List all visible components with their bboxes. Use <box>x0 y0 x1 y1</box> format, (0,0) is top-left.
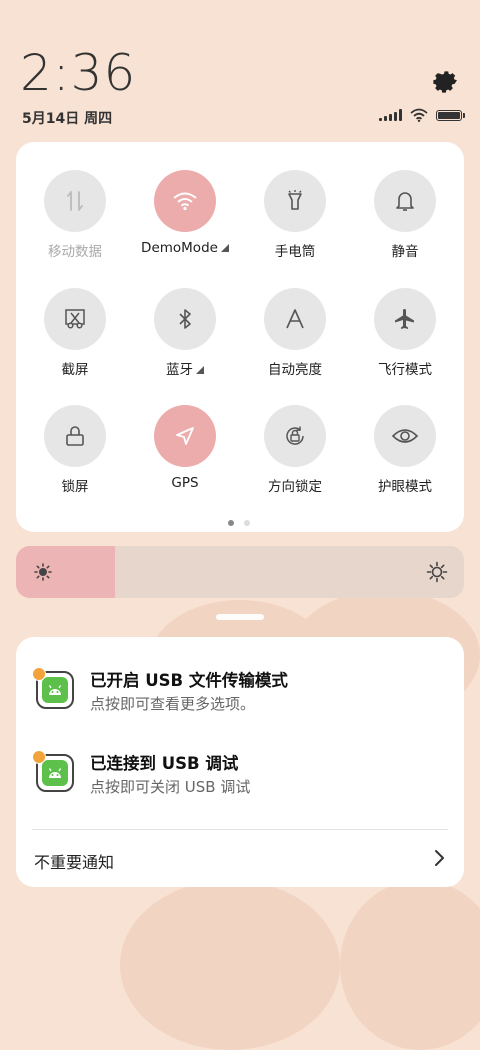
tile-flashlight[interactable]: 手电筒 <box>240 170 350 260</box>
bluetooth-icon <box>154 288 216 350</box>
tile-label: DemoMode <box>141 240 218 256</box>
tile-label: 截屏 <box>61 362 89 378</box>
tile-label: GPS <box>171 475 199 491</box>
tile-auto-brightness[interactable]: 自动亮度 <box>240 288 350 378</box>
tile-eye-comfort[interactable]: 护眼模式 <box>350 405 460 495</box>
lock-icon <box>44 405 106 467</box>
tile-wifi[interactable]: DemoMode <box>130 170 240 256</box>
notification-subtitle: 点按即可查看更多选项。 <box>90 695 256 713</box>
expand-corner-icon <box>220 244 229 252</box>
rotation-lock-icon <box>264 405 326 467</box>
brightness-fill <box>16 546 115 598</box>
brightness-slider[interactable] <box>16 546 464 598</box>
eye-icon <box>374 405 436 467</box>
expand-corner-icon <box>196 366 204 374</box>
tile-label: 移动数据 <box>48 244 102 260</box>
notification-usb-debugging[interactable]: 已连接到 USB 调试 点按即可关闭 USB 调试 <box>16 750 464 814</box>
signal-icon <box>379 109 402 121</box>
tile-airplane[interactable]: 飞行模式 <box>350 288 460 378</box>
brightness-high-icon <box>426 561 448 583</box>
tile-label: 蓝牙 <box>166 362 193 378</box>
screenshot-icon <box>44 288 106 350</box>
status-icons <box>379 108 465 122</box>
notification-subtitle: 点按即可关闭 USB 调试 <box>90 778 251 796</box>
unimportant-notifications-link[interactable]: 不重要通知 <box>34 849 114 873</box>
notification-title: 已开启 USB 文件传输模式 <box>90 671 288 690</box>
tile-gps[interactable]: GPS <box>130 405 240 491</box>
tile-label: 方向锁定 <box>268 479 322 495</box>
airplane-icon <box>374 288 436 350</box>
page-dot-active <box>228 520 234 526</box>
quick-settings-panel: 移动数据 DemoMode 手电筒 静音 截屏 蓝牙 自动亮度 飞行模式 锁屏 … <box>16 142 464 532</box>
tile-silent[interactable]: 静音 <box>350 170 460 260</box>
tile-label: 飞行模式 <box>378 362 432 378</box>
tile-label: 静音 <box>391 244 419 260</box>
tile-label: 锁屏 <box>61 479 89 495</box>
divider <box>32 829 448 830</box>
background-cloud <box>120 880 340 1050</box>
tile-label: 自动亮度 <box>268 362 322 378</box>
page-indicator <box>228 520 250 526</box>
android-system-app-icon <box>32 667 74 709</box>
notification-title: 已连接到 USB 调试 <box>90 754 239 773</box>
wifi-status-icon <box>410 108 428 122</box>
bell-icon <box>374 170 436 232</box>
date-label: 5月14日 周四 <box>22 111 113 127</box>
tile-rotation-lock[interactable]: 方向锁定 <box>240 405 350 495</box>
mobile-data-icon <box>44 170 106 232</box>
battery-icon <box>436 109 465 121</box>
tile-label: 护眼模式 <box>378 479 432 495</box>
flashlight-icon <box>264 170 326 232</box>
chevron-right-icon[interactable] <box>434 849 446 867</box>
page-dot <box>244 520 250 526</box>
panel-drag-handle[interactable] <box>216 614 264 620</box>
wifi-icon <box>154 170 216 232</box>
tile-lock-screen[interactable]: 锁屏 <box>20 405 130 495</box>
clock-time: 2:36 <box>20 44 137 102</box>
notification-panel: 已开启 USB 文件传输模式 点按即可查看更多选项。 已连接到 USB 调试 点… <box>16 637 464 887</box>
tile-label: 手电筒 <box>274 244 316 260</box>
background-cloud <box>340 880 480 1050</box>
tile-bluetooth[interactable]: 蓝牙 <box>130 288 240 378</box>
brightness-low-icon <box>34 563 52 581</box>
notification-usb-transfer[interactable]: 已开启 USB 文件传输模式 点按即可查看更多选项。 <box>16 667 464 731</box>
auto-brightness-icon <box>264 288 326 350</box>
location-icon <box>154 405 216 467</box>
tile-screenshot[interactable]: 截屏 <box>20 288 130 378</box>
android-system-app-icon <box>32 750 74 792</box>
tile-mobile-data[interactable]: 移动数据 <box>20 170 130 260</box>
settings-gear-icon[interactable] <box>432 66 460 94</box>
